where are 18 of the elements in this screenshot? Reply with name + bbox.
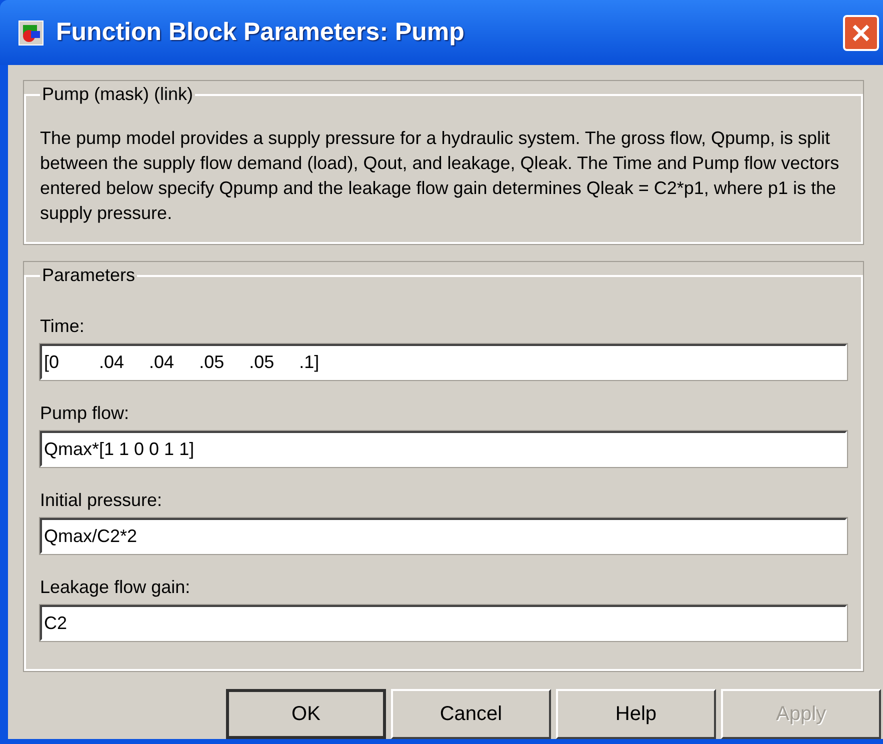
field-label: Initial pressure: <box>40 489 164 512</box>
input-field[interactable]: Qmax*[1 1 0 0 1 1] <box>40 431 847 467</box>
close-button[interactable] <box>843 14 879 50</box>
group-title: Parameters <box>41 264 136 287</box>
dialog-button[interactable]: Cancel <box>391 689 551 739</box>
field-label: Time: <box>40 315 86 338</box>
field-label: Pump flow: <box>40 402 130 425</box>
input-field[interactable]: [0 .04 .04 .05 .05 .1] <box>40 344 847 380</box>
input-field[interactable]: Qmax/C2*2 <box>40 518 847 554</box>
dialog-button[interactable]: Help <box>556 689 716 739</box>
group-title: Pump (mask) (link) <box>41 83 194 106</box>
field-label: Leakage flow gain: <box>40 576 192 599</box>
description-text: The pump model provides a supply pressure for a hydraulic system. The gross flow, Qpump, is split between the supply flow demand (load), Qout, and leakage, Qleak. The Time and Pump flow vectors entered below specify Qpump and the leakage flow gain determines Qleak = C2*p1, where p1 is the supply pressure. <box>40 127 840 225</box>
close-icon <box>851 22 871 42</box>
block-diagram-icon <box>18 20 44 46</box>
input-field[interactable]: C2 <box>40 605 847 641</box>
dialog-button[interactable]: OK <box>226 689 386 739</box>
window-title: Function Block Parameters: Pump <box>56 16 464 48</box>
